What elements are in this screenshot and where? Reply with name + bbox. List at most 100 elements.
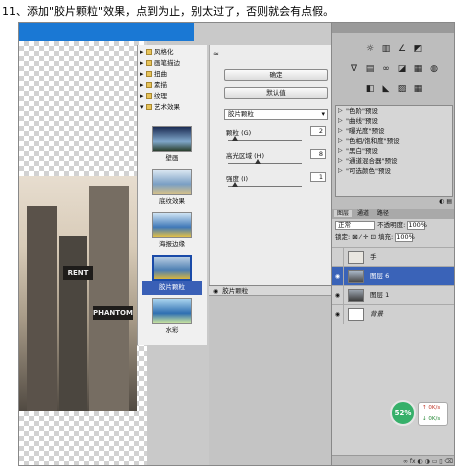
tab-channels[interactable]: 通道	[354, 210, 372, 217]
category-distort[interactable]: 扭曲	[138, 69, 207, 80]
layer-name: 手	[370, 253, 377, 261]
gradient-map-icon[interactable]: ▦	[412, 83, 424, 95]
slider-track[interactable]	[228, 163, 302, 164]
effect-layer-row[interactable]: ◉ 胶片颗粒	[209, 286, 331, 296]
collapse-icon[interactable]: ≈	[213, 50, 222, 59]
category-texture[interactable]: 纹理	[138, 91, 207, 102]
preset-item[interactable]: "曝光度"预设	[336, 126, 452, 136]
filter-label-underpainting: 底纹效果	[159, 197, 185, 205]
title-bar[interactable]	[19, 23, 194, 41]
param-value-input[interactable]: 1	[310, 172, 326, 182]
thumb-watercolor[interactable]	[152, 298, 192, 324]
canvas-area[interactable]: RENT PHANTOM	[19, 41, 147, 465]
invert-icon[interactable]: ◧	[364, 83, 376, 95]
channel-mixer-icon[interactable]: ◍	[428, 63, 440, 75]
fill-input[interactable]: 100%	[395, 232, 415, 242]
layer-row[interactable]: ◉ 图层 6	[332, 266, 454, 286]
panel-options-icon[interactable]: ◐ ▤	[439, 198, 452, 205]
param-label: 颗粒 (G)	[226, 129, 252, 137]
eye-icon[interactable]	[332, 248, 344, 267]
folder-icon	[146, 104, 152, 110]
blend-row: 正常 不透明度: 100%	[332, 219, 454, 231]
category-stylize[interactable]: 风格化	[138, 47, 207, 58]
folder-icon	[146, 49, 152, 55]
color-balance-icon[interactable]: ∞	[380, 63, 392, 75]
adjustment-icons-row-2: ∇ ▤ ∞ ◪ ▦ ◍	[332, 59, 454, 79]
layer-row[interactable]: ◉ 图层 1	[332, 285, 454, 305]
filter-thumbnails: 壁画 底纹效果 海报边缘 胶片颗粒 水彩	[142, 123, 202, 338]
filter-select[interactable]: 胶片颗粒 ▾	[224, 109, 328, 120]
eye-icon[interactable]: ◉	[332, 267, 344, 286]
tutorial-caption: 11、添加"胶片颗粒"效果，点到为止，别太过了，否则就会有点假。	[2, 5, 335, 18]
default-button[interactable]: 默认值	[224, 87, 328, 99]
black-white-icon[interactable]: ◪	[396, 63, 408, 75]
folder-icon	[146, 82, 152, 88]
brightness-icon[interactable]: ☼	[364, 43, 376, 55]
adjustment-icons-row-1: ☼ ▥ ∠ ◩	[332, 39, 454, 59]
preset-item[interactable]: "可选颜色"预设	[336, 166, 452, 176]
curves-icon[interactable]: ∠	[396, 43, 408, 55]
slider-track[interactable]	[228, 140, 302, 141]
slider-track[interactable]	[228, 186, 302, 187]
exposure-icon[interactable]: ◩	[412, 43, 424, 55]
thumb-film-grain[interactable]	[152, 255, 192, 281]
filter-settings-panel: ≈ 确定 默认值 胶片颗粒 ▾ 颗粒 (G) 2 高光区域 (H) 8 强度 (I…	[209, 45, 331, 285]
network-speed: ↑ 0K/s ↓ 0K/s	[418, 402, 448, 426]
category-label: 素描	[154, 81, 167, 89]
category-brush-strokes[interactable]: 画笔描边	[138, 58, 207, 69]
layers-footer-icons[interactable]: ∞ fx ◐ ◑ ▭ ▯ ⌫	[332, 455, 454, 465]
lock-row: 锁定: ⊠ ⁄ ✛ ⊡ 填充: 100%	[332, 231, 454, 243]
category-sketch[interactable]: 素描	[138, 80, 207, 91]
layers-tabs: 图层 通道 路径	[332, 209, 454, 219]
layer-row[interactable]: 手	[332, 247, 454, 267]
slider-knob[interactable]	[232, 136, 239, 141]
slider-knob[interactable]	[232, 182, 239, 187]
preset-item[interactable]: "色相/饱和度"预设	[336, 136, 452, 146]
cpu-gauge[interactable]: 52%	[390, 400, 416, 426]
thumb-fresco[interactable]	[152, 126, 192, 152]
right-panels: ☼ ▥ ∠ ◩ ∇ ▤ ∞ ◪ ▦ ◍ ◧ ◣ ▨ ▦ "色阶"预设 "曲线"预…	[331, 23, 454, 465]
category-artistic[interactable]: 艺术效果	[138, 102, 207, 113]
category-label: 画笔描边	[154, 59, 180, 67]
eye-icon[interactable]: ◉	[332, 286, 344, 305]
ok-button[interactable]: 确定	[224, 69, 328, 81]
thumb-underpainting[interactable]	[152, 169, 192, 195]
folder-icon	[146, 71, 152, 77]
layer-name: 背景	[370, 310, 383, 318]
param-value-input[interactable]: 8	[310, 149, 326, 159]
slider-knob[interactable]	[254, 159, 261, 164]
layer-thumbnail	[348, 270, 364, 283]
tab-paths[interactable]: 路径	[374, 210, 392, 217]
thumb-poster-edges[interactable]	[152, 212, 192, 238]
filter-select-value: 胶片颗粒	[228, 110, 254, 118]
hue-saturation-icon[interactable]: ▤	[364, 63, 376, 75]
effect-layers-panel: ◉ 胶片颗粒	[209, 285, 331, 465]
panel-tab-strip[interactable]	[332, 23, 454, 33]
tab-layers[interactable]: 图层	[334, 210, 353, 217]
vibrance-icon[interactable]: ∇	[348, 63, 360, 75]
posterize-icon[interactable]: ◣	[380, 83, 392, 95]
phantom-sign: PHANTOM	[93, 306, 133, 320]
rent-sign: RENT	[63, 266, 93, 280]
opacity-input[interactable]: 100%	[407, 220, 427, 230]
layer-thumbnail	[348, 308, 364, 321]
threshold-icon[interactable]: ▨	[396, 83, 408, 95]
lock-label: 锁定:	[335, 233, 351, 241]
upload-speed: ↑ 0K/s	[422, 405, 441, 411]
layer-row[interactable]: ◉ 背景	[332, 304, 454, 324]
lock-icons[interactable]: ⊠ ⁄ ✛ ⊡	[352, 233, 376, 241]
filter-label-film-grain: 胶片颗粒	[142, 281, 202, 295]
photoshop-window: RENT PHANTOM 风格化 画笔描边 扭曲 素描 纹理 艺术效果 壁画 底…	[18, 22, 455, 466]
preset-item[interactable]: "曲线"预设	[336, 116, 452, 126]
photo-filter-icon[interactable]: ▦	[412, 63, 424, 75]
filter-label-watercolor: 水彩	[165, 326, 179, 334]
preset-item[interactable]: "通道混合器"预设	[336, 156, 452, 166]
preset-item[interactable]: "黑白"预设	[336, 146, 452, 156]
levels-icon[interactable]: ▥	[380, 43, 392, 55]
city-photo: RENT PHANTOM	[19, 176, 137, 411]
eye-icon[interactable]: ◉	[213, 287, 218, 297]
eye-icon[interactable]: ◉	[332, 305, 344, 324]
preset-item[interactable]: "色阶"预设	[336, 106, 452, 116]
param-value-input[interactable]: 2	[310, 126, 326, 136]
blend-mode-select[interactable]: 正常	[335, 220, 375, 230]
